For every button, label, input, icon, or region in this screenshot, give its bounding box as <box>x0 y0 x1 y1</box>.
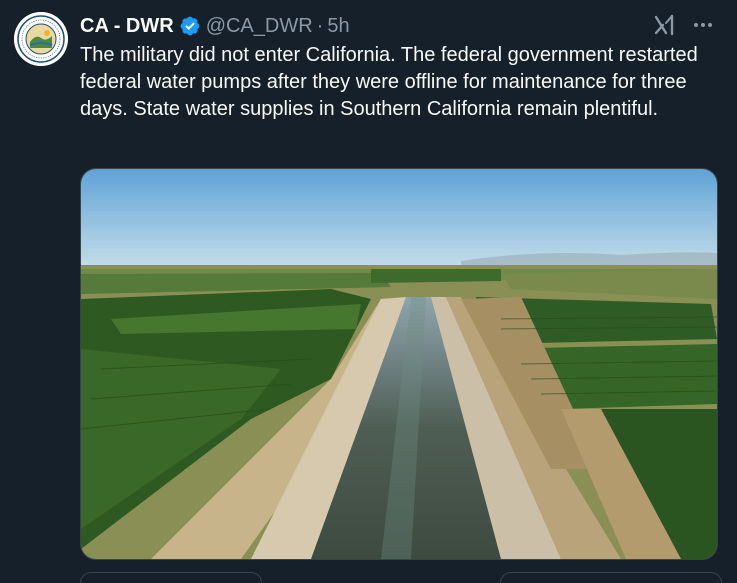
separator-dot: · <box>316 14 324 37</box>
tweet-header: CA - DWR @CA_DWR · 5h <box>80 14 350 38</box>
aqueduct-photo <box>81 169 717 559</box>
tweet-media-image[interactable] <box>80 168 718 560</box>
dwr-seal-icon <box>14 12 68 66</box>
tweet-text: The military did not enter California. T… <box>80 44 698 120</box>
display-name[interactable]: CA - DWR <box>80 15 174 38</box>
account-avatar[interactable] <box>14 12 68 66</box>
grok-icon[interactable] <box>651 11 679 39</box>
verified-badge-icon[interactable] <box>179 15 201 37</box>
account-handle[interactable]: @CA_DWR <box>206 15 313 38</box>
tweet-timestamp[interactable]: 5h <box>327 15 349 38</box>
action-bar-edge <box>80 572 722 583</box>
more-options-icon[interactable] <box>690 12 716 38</box>
